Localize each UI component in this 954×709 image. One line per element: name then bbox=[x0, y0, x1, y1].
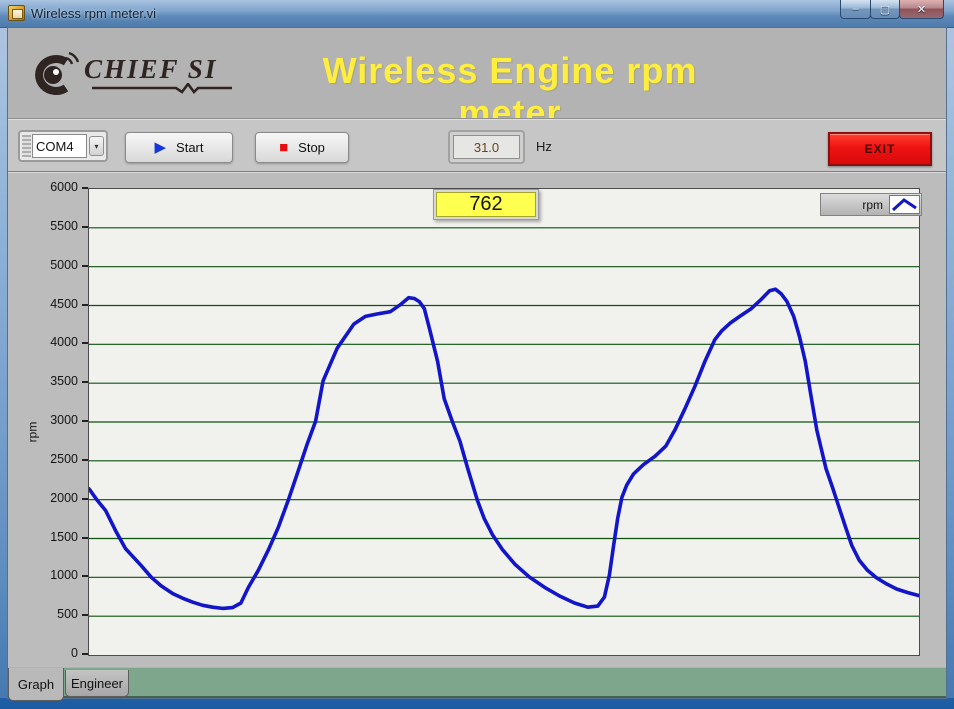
y-tick-label: 2000 bbox=[20, 491, 78, 505]
rpm-chart-plot-area bbox=[88, 188, 920, 656]
y-tick-label: 3500 bbox=[20, 374, 78, 388]
start-button-label: Start bbox=[176, 140, 203, 155]
window-title-bar[interactable]: Wireless rpm meter.vi – ▢ ✕ bbox=[0, 0, 954, 28]
chief-si-logo: CHIEF SI bbox=[24, 50, 234, 100]
legend-line-sample[interactable] bbox=[889, 195, 920, 214]
y-tick-label: 4500 bbox=[20, 297, 78, 311]
y-tick-label: 1500 bbox=[20, 530, 78, 544]
y-tick-label: 500 bbox=[20, 607, 78, 621]
y-tick-label: 5000 bbox=[20, 258, 78, 272]
com-port-dropdown-button[interactable]: ▾ bbox=[89, 136, 104, 156]
labview-vi-app-icon bbox=[8, 5, 25, 21]
exit-button-label: EXIT bbox=[865, 142, 896, 156]
header-section: CHIEF SI Wireless Engine rpm meter bbox=[8, 28, 946, 118]
y-tick-label: 4000 bbox=[20, 335, 78, 349]
exit-button[interactable]: EXIT bbox=[828, 132, 932, 166]
window-border-right bbox=[946, 28, 954, 698]
frequency-unit-label: Hz bbox=[536, 139, 552, 154]
vi-front-panel: CHIEF SI Wireless Engine rpm meter COM4 … bbox=[8, 28, 946, 698]
com-port-selector[interactable]: COM4 ▾ bbox=[18, 130, 108, 162]
minimize-button[interactable]: – bbox=[840, 0, 871, 19]
legend-trace-icon bbox=[890, 196, 919, 213]
y-tick-label: 0 bbox=[20, 646, 78, 660]
control-bar: COM4 ▾ ▶ Start ■ Stop 31.0 Hz EXIT bbox=[8, 118, 946, 172]
rpm-waveform-chart bbox=[89, 189, 919, 655]
y-tick-label: 1000 bbox=[20, 568, 78, 582]
com-port-value[interactable]: COM4 bbox=[32, 134, 87, 158]
y-tick-label: 2500 bbox=[20, 452, 78, 466]
y-tick-label: 5500 bbox=[20, 219, 78, 233]
maximize-button[interactable]: ▢ bbox=[870, 0, 900, 19]
y-tick-label: 3000 bbox=[20, 413, 78, 427]
window-title: Wireless rpm meter.vi bbox=[31, 6, 156, 21]
start-button[interactable]: ▶ Start bbox=[125, 132, 233, 163]
tab-strip: Graph Engineer bbox=[8, 667, 946, 698]
frequency-input[interactable]: 31.0 bbox=[448, 130, 525, 164]
tab-graph[interactable]: Graph bbox=[8, 668, 64, 701]
stop-button[interactable]: ■ Stop bbox=[255, 132, 349, 163]
close-icon: ✕ bbox=[917, 3, 926, 16]
stop-icon: ■ bbox=[279, 140, 288, 155]
y-tick-label: 6000 bbox=[20, 180, 78, 194]
play-icon: ▶ bbox=[154, 140, 166, 155]
current-rpm-value: 762 bbox=[436, 192, 536, 217]
tab-graph-label: Graph bbox=[18, 677, 54, 692]
legend-series-label: rpm bbox=[862, 198, 883, 212]
logo-text: CHIEF SI bbox=[84, 56, 234, 83]
stop-button-label: Stop bbox=[298, 140, 325, 155]
close-button[interactable]: ✕ bbox=[899, 0, 944, 19]
maximize-icon: ▢ bbox=[880, 3, 890, 16]
plot-legend[interactable]: rpm bbox=[820, 193, 922, 216]
graph-panel: rpm 0 500 1000 1500 2000 2500 3000 3500 4000 4500… bbox=[8, 172, 946, 667]
logo-underline-heartbeat bbox=[84, 83, 234, 94]
chief-si-logo-mark bbox=[24, 50, 80, 100]
current-rpm-indicator: 762 bbox=[433, 189, 539, 220]
minimize-icon: – bbox=[852, 3, 858, 15]
frequency-value[interactable]: 31.0 bbox=[453, 135, 520, 159]
chevron-down-icon: ▾ bbox=[94, 142, 98, 151]
visa-io-icon bbox=[22, 135, 31, 157]
window-border-left bbox=[0, 28, 8, 698]
desktop-background: Wireless rpm meter.vi – ▢ ✕ bbox=[0, 0, 954, 709]
tab-engineer[interactable]: Engineer bbox=[65, 670, 129, 697]
tab-engineer-label: Engineer bbox=[71, 676, 123, 691]
